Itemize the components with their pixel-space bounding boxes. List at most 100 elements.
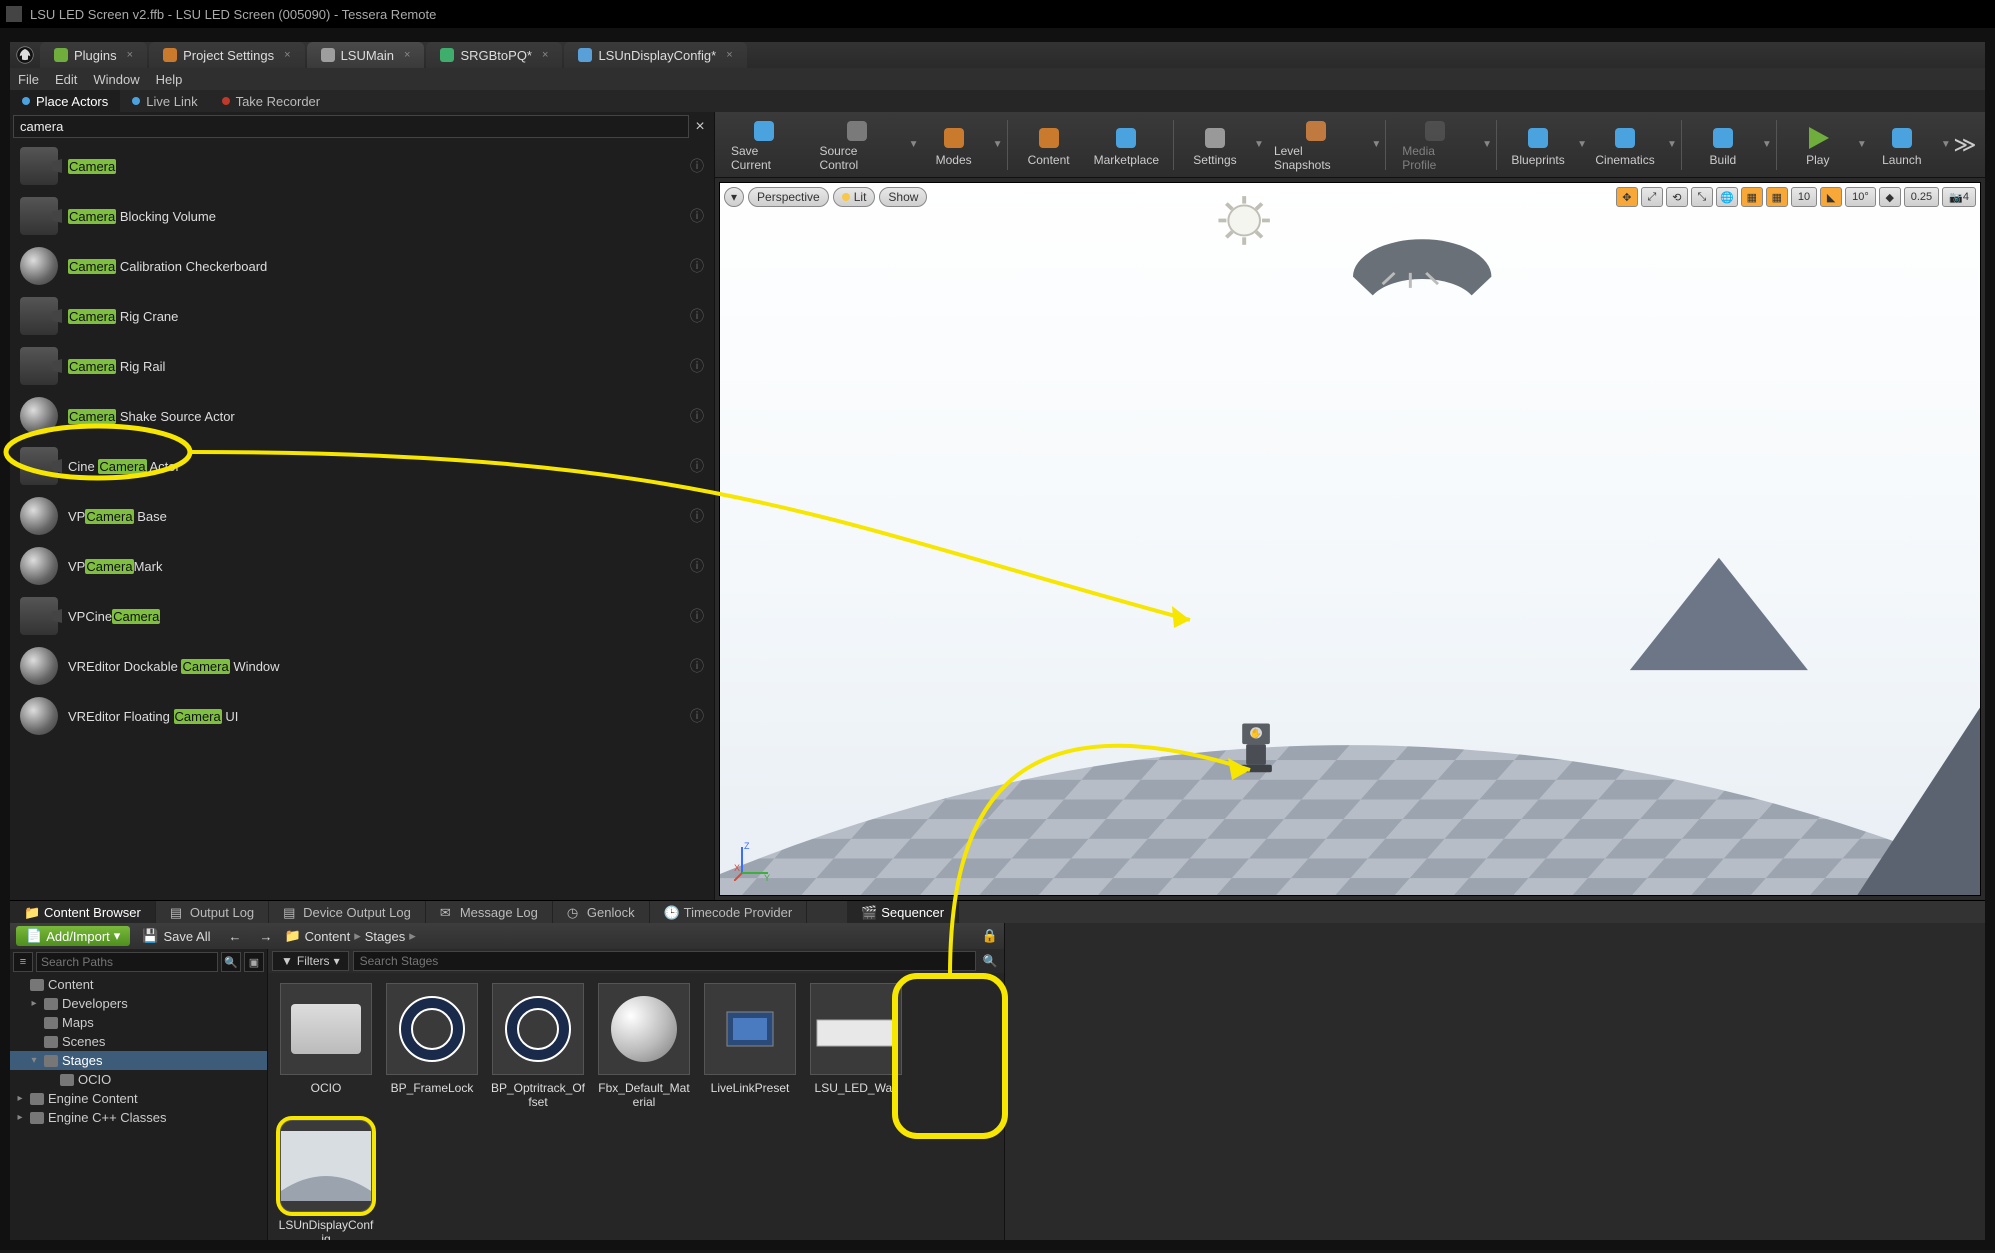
main-tab[interactable]: Project Settings×	[149, 42, 304, 68]
actor-result-item[interactable]: VPCamera Base ⓘ	[10, 491, 714, 541]
transform-select-button[interactable]: ✥	[1616, 187, 1638, 207]
dropdown-icon[interactable]: ▼	[907, 139, 917, 150]
sources-tree[interactable]: Content▸DevelopersMapsScenes▾StagesOCIO▸…	[10, 975, 267, 1240]
tree-item[interactable]: Content	[10, 975, 267, 994]
dropdown-icon[interactable]: ▼	[991, 139, 1001, 150]
grid-snap-value[interactable]: 10	[1791, 187, 1817, 207]
info-icon[interactable]: ⓘ	[690, 256, 704, 276]
assets-search-input[interactable]	[353, 951, 976, 971]
actor-result-item[interactable]: Cine Camera Actor ⓘ	[10, 441, 714, 491]
sources-toggle-button[interactable]: ≡	[13, 952, 33, 972]
transform-translate-button[interactable]: ⤢	[1641, 187, 1663, 207]
actor-result-item[interactable]: Camera ⓘ	[10, 141, 714, 191]
tree-item[interactable]: ▸Developers	[10, 994, 267, 1013]
asset-item[interactable]: BP_FrameLock	[384, 983, 480, 1110]
clear-search-button[interactable]: ×	[689, 118, 711, 136]
expand-icon[interactable]: ▸	[14, 1112, 26, 1123]
tree-search-button[interactable]: 🔍	[221, 952, 241, 972]
actor-results-list[interactable]: Camera ⓘ Camera Blocking Volume ⓘ Camera…	[10, 141, 714, 900]
actor-result-item[interactable]: VPCameraMark ⓘ	[10, 541, 714, 591]
scale-snap-value[interactable]: 0.25	[1904, 187, 1939, 207]
menu-window[interactable]: Window	[93, 72, 139, 87]
tree-item[interactable]: ▾Stages	[10, 1051, 267, 1070]
actor-result-item[interactable]: Camera Rig Crane ⓘ	[10, 291, 714, 341]
tab-device-output-log[interactable]: ▤Device Output Log	[269, 901, 426, 923]
info-icon[interactable]: ⓘ	[690, 306, 704, 326]
info-icon[interactable]: ⓘ	[690, 506, 704, 526]
main-tab[interactable]: Plugins×	[40, 42, 147, 68]
transform-rotate-button[interactable]: ⟲	[1666, 187, 1688, 207]
tab-message-log[interactable]: ✉Message Log	[426, 901, 553, 923]
close-icon[interactable]: ×	[404, 49, 410, 61]
info-icon[interactable]: ⓘ	[690, 456, 704, 476]
tab-output-log[interactable]: ▤Output Log	[156, 901, 269, 923]
launch-button[interactable]: Launch	[1867, 115, 1937, 175]
close-icon[interactable]: ×	[542, 49, 548, 61]
settings-button[interactable]: Settings	[1180, 115, 1250, 175]
close-icon[interactable]: ×	[127, 49, 133, 61]
angle-snap-value[interactable]: 10°	[1845, 187, 1876, 207]
dropdown-icon[interactable]: ▼	[1575, 139, 1585, 150]
info-icon[interactable]: ⓘ	[690, 156, 704, 176]
info-icon[interactable]: ⓘ	[690, 706, 704, 726]
tree-item[interactable]: Maps	[10, 1013, 267, 1032]
tree-collapse-button[interactable]: ▣	[244, 952, 264, 972]
actor-search-input[interactable]	[13, 115, 689, 138]
level-viewport[interactable]: ▾ Perspective Lit Show ✥ ⤢ ⟲ ⤡ 🌐 ▦ ▦ 10 …	[719, 182, 1981, 896]
save-all-button[interactable]: 💾Save All	[136, 926, 216, 946]
asset-item[interactable]: Fbx_Default_Material	[596, 983, 692, 1110]
main-tab[interactable]: LSUMain×	[307, 42, 425, 68]
actor-result-item[interactable]: VREditor Floating Camera UI ⓘ	[10, 691, 714, 741]
save-current-button[interactable]: Save Current	[721, 115, 807, 175]
viewport-lit-button[interactable]: Lit	[833, 187, 876, 207]
tab-take-recorder[interactable]: Take Recorder	[210, 90, 333, 112]
asset-item[interactable]: OCIO	[278, 983, 374, 1110]
info-icon[interactable]: ⓘ	[690, 556, 704, 576]
info-icon[interactable]: ⓘ	[690, 606, 704, 626]
tab-genlock[interactable]: ◷Genlock	[553, 901, 650, 923]
asset-item[interactable]: LSU_LED_Wall	[808, 983, 904, 1110]
assets-search-button[interactable]: 🔍	[980, 954, 1000, 968]
expand-icon[interactable]: ▸	[28, 998, 40, 1009]
tab-content-browser[interactable]: 📁Content Browser	[10, 901, 156, 923]
tree-item[interactable]: Scenes	[10, 1032, 267, 1051]
tab-live-link[interactable]: Live Link	[120, 90, 209, 112]
angle-snap-button[interactable]: ◣	[1820, 187, 1842, 207]
info-icon[interactable]: ⓘ	[690, 206, 704, 226]
tree-item[interactable]: ▸Engine Content	[10, 1089, 267, 1108]
crumb-content[interactable]: Content	[305, 929, 351, 944]
tree-search-input[interactable]	[36, 952, 218, 972]
unreal-logo[interactable]	[10, 42, 40, 68]
asset-item[interactable]: BP_Optritrack_Offset	[490, 983, 586, 1110]
play-button[interactable]: Play	[1783, 115, 1853, 175]
filters-button[interactable]: ▼Filters▾	[272, 951, 349, 971]
menu-help[interactable]: Help	[156, 72, 183, 87]
close-icon[interactable]: ×	[726, 49, 732, 61]
tab-place-actors[interactable]: Place Actors	[10, 90, 120, 112]
tree-item[interactable]: ▸Engine C++ Classes	[10, 1108, 267, 1127]
actor-result-item[interactable]: Camera Calibration Checkerboard ⓘ	[10, 241, 714, 291]
menu-edit[interactable]: Edit	[55, 72, 77, 87]
level-snapshots-button[interactable]: Level Snapshots	[1264, 115, 1367, 175]
toolbar-overflow-button[interactable]: ≫	[1951, 132, 1979, 158]
actor-result-item[interactable]: Camera Blocking Volume ⓘ	[10, 191, 714, 241]
actor-result-item[interactable]: VPCineCamera ⓘ	[10, 591, 714, 641]
expand-icon[interactable]: ▾	[28, 1055, 40, 1066]
info-icon[interactable]: ⓘ	[690, 356, 704, 376]
info-icon[interactable]: ⓘ	[690, 406, 704, 426]
marketplace-button[interactable]: Marketplace	[1086, 115, 1167, 175]
menu-file[interactable]: File	[18, 72, 39, 87]
build-button[interactable]: Build	[1688, 115, 1758, 175]
dropdown-icon[interactable]: ▼	[1480, 139, 1490, 150]
modes-button[interactable]: Modes	[919, 115, 989, 175]
dropdown-icon[interactable]: ▼	[1665, 139, 1675, 150]
cinematics-button[interactable]: Cinematics	[1587, 115, 1663, 175]
source-control-button[interactable]: Source Control	[809, 115, 904, 175]
asset-item[interactable]: LSUnDisplayConfig	[278, 1120, 374, 1240]
lock-button[interactable]: 🔒	[982, 928, 998, 944]
dropdown-icon[interactable]: ▼	[1252, 139, 1262, 150]
coord-space-button[interactable]: 🌐	[1716, 187, 1738, 207]
transform-scale-button[interactable]: ⤡	[1691, 187, 1713, 207]
main-tab[interactable]: LSUnDisplayConfig*×	[564, 42, 746, 68]
close-icon[interactable]: ×	[284, 49, 290, 61]
